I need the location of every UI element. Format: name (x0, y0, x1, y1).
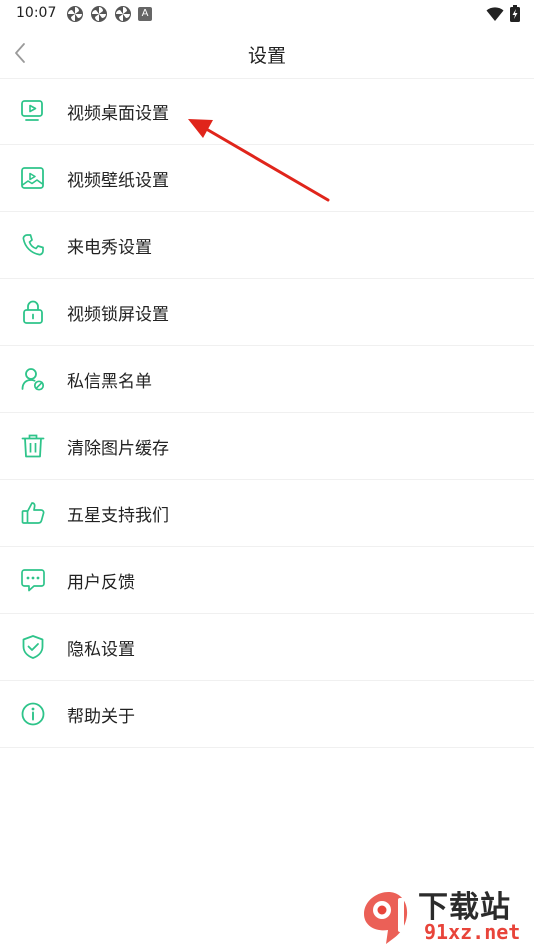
shield-check-icon (20, 634, 46, 660)
menu-item-label: 隐私设置 (67, 639, 135, 660)
menu-item-privacy[interactable]: 隐私设置 (0, 614, 534, 681)
menu-item-label: 五星支持我们 (67, 505, 169, 526)
page-title: 设置 (247, 45, 286, 67)
menu-item-clear-cache[interactable]: 清除图片缓存 (0, 413, 534, 480)
settings-menu: 视频桌面设置 视频壁纸设置 来电秀设置 视频锁屏设置 私信黑名单 清除图片缓存 … (0, 78, 534, 748)
notification-badge-icon: A (138, 7, 152, 21)
menu-item-label: 来电秀设置 (67, 237, 152, 258)
menu-item-label: 私信黑名单 (67, 371, 152, 392)
menu-item-label: 视频锁屏设置 (67, 304, 169, 325)
system-status-icons (486, 5, 520, 22)
chat-bubble-icon (20, 567, 46, 593)
info-icon (20, 701, 46, 727)
watermark-logo: 下载站 91xz.net (360, 882, 528, 948)
watermark-domain: 91xz.net (424, 920, 521, 944)
wallpaper-icon (20, 165, 46, 191)
app-header: 设置 (0, 28, 534, 79)
trash-icon (20, 433, 46, 459)
menu-item-video-wallpaper[interactable]: 视频壁纸设置 (0, 145, 534, 212)
menu-item-call-show[interactable]: 来电秀设置 (0, 212, 534, 279)
thumbs-up-icon (20, 500, 46, 526)
menu-item-help-about[interactable]: 帮助关于 (0, 681, 534, 748)
battery-charging-icon (510, 5, 520, 22)
menu-item-label: 视频桌面设置 (67, 103, 169, 124)
status-bar: 10:07 A (0, 0, 534, 28)
menu-item-message-blacklist[interactable]: 私信黑名单 (0, 346, 534, 413)
notification-icons: A (66, 5, 152, 23)
menu-item-feedback[interactable]: 用户反馈 (0, 547, 534, 614)
video-desktop-icon (20, 98, 46, 124)
phone-icon (20, 232, 46, 258)
user-blocked-icon (20, 366, 46, 392)
menu-item-label: 帮助关于 (67, 706, 135, 727)
pinwheel-icon (91, 6, 107, 22)
menu-item-label: 清除图片缓存 (67, 438, 169, 459)
status-time: 10:07 (16, 5, 57, 21)
wifi-icon (486, 6, 504, 21)
menu-item-video-lockscreen[interactable]: 视频锁屏设置 (0, 279, 534, 346)
menu-item-label: 用户反馈 (67, 572, 135, 593)
menu-item-five-star[interactable]: 五星支持我们 (0, 480, 534, 547)
menu-item-video-desktop[interactable]: 视频桌面设置 (0, 78, 534, 145)
lock-icon (20, 299, 46, 325)
menu-item-label: 视频壁纸设置 (67, 170, 169, 191)
pinwheel-icon (115, 6, 131, 22)
watermark-91-icon (364, 892, 408, 944)
pinwheel-icon (67, 6, 83, 22)
